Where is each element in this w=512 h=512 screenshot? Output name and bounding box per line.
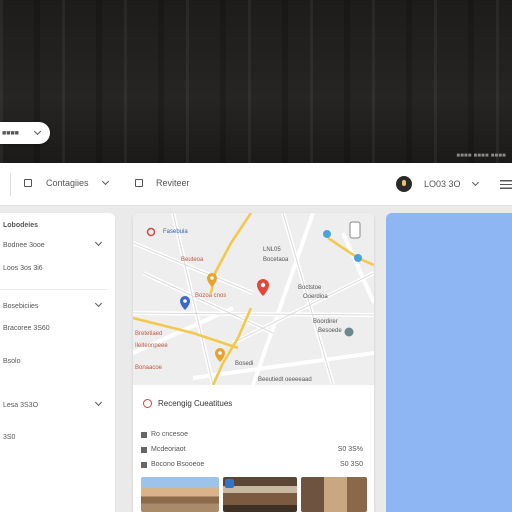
chevron-down-icon [101,177,109,186]
recommendations-heading: Recengig Cueatitues [143,399,232,408]
chevron-down-icon[interactable] [94,398,103,407]
sidebar-item[interactable]: Lesa 3S3O [3,402,38,409]
list-bullet-icon [141,447,147,453]
map-label: Ooerdioa [303,294,328,300]
map-label: Beeutiedt oeeeeaad [258,377,312,383]
sidebar-item[interactable]: 3S0 [3,434,15,441]
place-photo[interactable] [141,477,219,512]
curtain-backdrop: ■■■■ ■■■■ ■■■■ [0,0,512,163]
map-label: Beuteoa [181,257,204,263]
row-label: Bocono Bsooeoe [151,461,205,468]
chevron-down-icon [33,127,42,136]
row-label: Ro cncesoe [151,431,188,438]
map-canvas [133,213,374,386]
list-item[interactable]: Mcdeoriaot S0 3S% [141,446,363,453]
sidebar-item[interactable]: Bracoree 3S60 [3,325,50,332]
map-label: Fasebuia [163,229,188,235]
map-label: Besoede [318,328,342,334]
menu-icon[interactable] [500,180,512,189]
toolbar-divider [10,173,11,196]
chevron-down-icon[interactable] [94,238,103,247]
map-label: Bretetiaed [135,331,163,337]
chevron-down-icon [471,178,479,187]
reviews-label: Reviteer [156,178,190,188]
location-label: LO03 3O [424,179,461,189]
location-avatar-icon [396,176,412,192]
map-view[interactable]: Fasebuia Beuteoa LNL05 Bocetaoa Boctstoe… [133,213,374,386]
map-label: Bonaacoe [135,365,163,371]
map-label: Ileiteonpeee [135,343,168,349]
side-panel [386,213,512,512]
map-card: Fasebuia Beuteoa LNL05 Bocetaoa Boctstoe… [133,213,374,512]
pill-label: ■■■■ [2,129,19,137]
row-value: S0 3S% [337,446,363,453]
row-value: S0 3S0 [340,461,363,468]
category-icon [24,179,32,187]
chevron-down-icon[interactable] [94,299,103,308]
sidebar-divider [0,289,108,290]
categories-label: Contagiies [46,178,89,188]
list-item[interactable]: Bocono Bsooeoe S0 3S0 [141,461,363,468]
floating-dropdown-pill[interactable]: ■■■■ [0,122,50,144]
map-label: LNL05 [263,247,281,253]
list-item[interactable]: Ro cncesoe [141,431,363,438]
row-label: Mcdeoriaot [151,446,186,453]
sidebar-item[interactable]: Loos 3os 3i6 [3,265,43,272]
map-label: Bozoa cnos [195,293,227,299]
review-icon [135,179,143,187]
filter-sidebar: Lobodeies Bodnee 3ooe Loos 3os 3i6 Boseb… [0,213,115,512]
sidebar-item[interactable]: Bodnee 3ooe [3,242,45,249]
categories-dropdown[interactable]: Contagiies [24,177,109,188]
place-photo[interactable] [301,477,367,512]
backdrop-caption: ■■■■ ■■■■ ■■■■ [456,153,506,159]
list-bullet-icon [141,462,147,468]
location-ring-icon [143,399,152,408]
recommendations-title: Recengig Cueatitues [158,399,233,408]
map-label: Bocetaoa [263,257,289,263]
sidebar-item[interactable]: Bosebiciies [3,303,38,310]
photo-badge-icon [225,479,234,488]
reviews-button[interactable]: Reviteer [135,178,190,188]
sidebar-heading: Lobodeies [3,222,39,229]
map-label: Bosedi [235,361,254,367]
sidebar-item[interactable]: Bsolo [3,358,21,365]
place-photo[interactable] [223,477,297,512]
toolbar: Contagiies Reviteer LO03 3O [0,163,512,206]
map-label: Boctstoe [298,285,322,291]
location-selector[interactable]: LO03 3O [396,176,479,192]
map-label: Boordirer [313,319,338,325]
list-bullet-icon [141,432,147,438]
